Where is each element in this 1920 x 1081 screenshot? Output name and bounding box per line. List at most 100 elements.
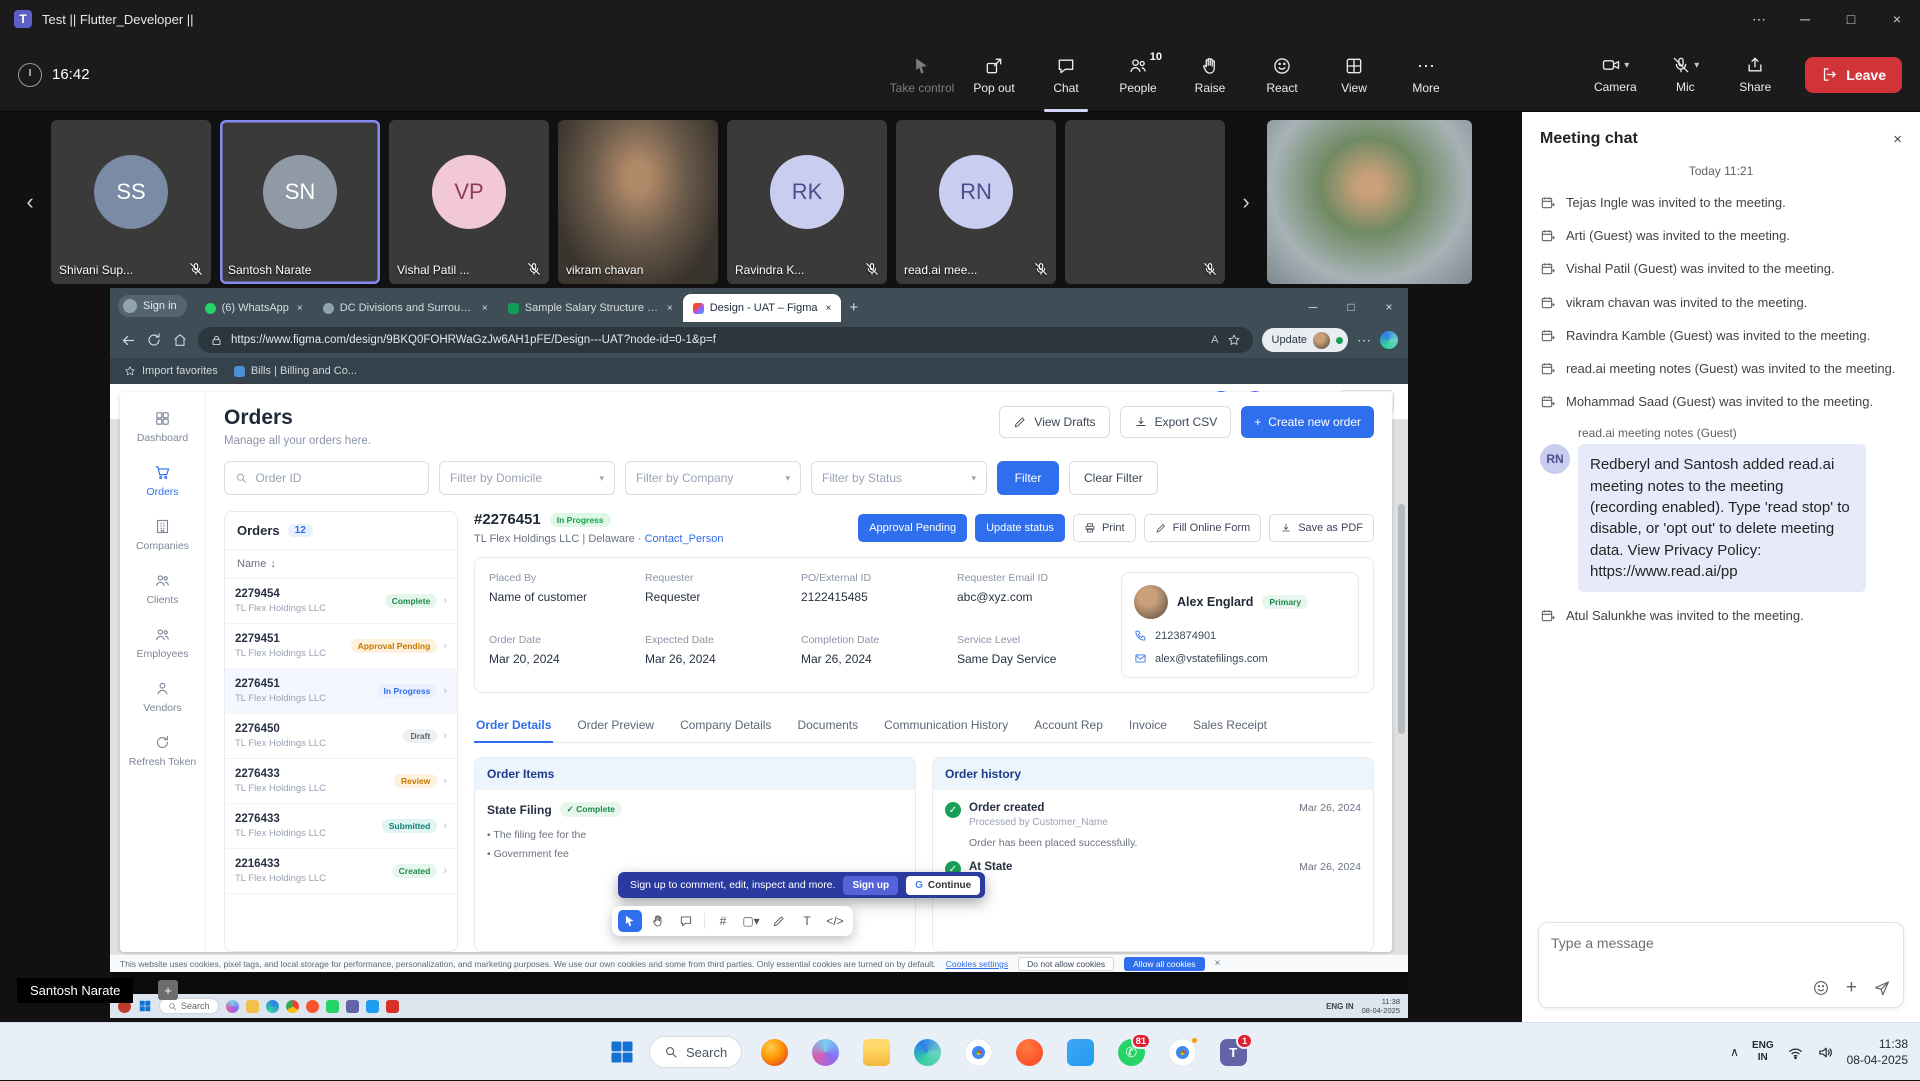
- print-button[interactable]: Print: [1073, 514, 1136, 542]
- tray-chevron-icon[interactable]: ∧: [1730, 1045, 1739, 1059]
- contact-person-link[interactable]: Contact_Person: [645, 533, 724, 545]
- tab-close-icon[interactable]: ×: [297, 303, 303, 314]
- attach-plus-icon[interactable]: +: [1846, 978, 1857, 997]
- text-tool-icon[interactable]: T: [795, 910, 819, 932]
- google-continue-button[interactable]: GContinue: [906, 876, 980, 895]
- home-icon[interactable]: [172, 332, 189, 349]
- browser-tab-dc[interactable]: DC Divisions and Surroundings×: [313, 294, 498, 322]
- browser-minimize-button[interactable]: ─: [1294, 292, 1332, 322]
- language-indicator[interactable]: ENG IN: [1752, 1040, 1774, 1065]
- order-row[interactable]: 2279451TL Flex Holdings LLC Approval Pen…: [225, 624, 457, 669]
- browser-maximize-button[interactable]: □: [1332, 292, 1370, 322]
- privacy-policy-link[interactable]: https://www.read.ai/pp: [1590, 563, 1738, 580]
- sort-icon[interactable]: ↓: [270, 558, 276, 570]
- participant-tile[interactable]: VP Vishal Patil ...: [389, 120, 549, 284]
- reload-icon[interactable]: [146, 332, 163, 349]
- create-new-order-button[interactable]: +Create new order: [1241, 406, 1374, 438]
- order-row[interactable]: 2276433TL Flex Holdings LLC Review ›: [225, 759, 457, 804]
- order-row[interactable]: 2279454TL Flex Holdings LLC Complete ›: [225, 579, 457, 624]
- tab-documents[interactable]: Documents: [795, 709, 860, 742]
- camera-chevron-icon[interactable]: ▾: [1624, 60, 1629, 71]
- tab-order-details[interactable]: Order Details: [474, 709, 553, 743]
- contact-phone[interactable]: 2123874901: [1134, 629, 1346, 642]
- tab-order-preview[interactable]: Order Preview: [575, 709, 656, 742]
- sidebar-item-companies[interactable]: Companies: [120, 508, 205, 562]
- chat-close-icon[interactable]: ×: [1893, 131, 1902, 148]
- tab-account-rep[interactable]: Account Rep: [1032, 709, 1105, 742]
- browser-update-button[interactable]: Update: [1262, 328, 1348, 352]
- tab-invoice[interactable]: Invoice: [1127, 709, 1169, 742]
- export-csv-button[interactable]: Export CSV: [1120, 406, 1232, 438]
- copilot-icon[interactable]: [806, 1032, 844, 1072]
- leave-button[interactable]: Leave: [1805, 57, 1902, 93]
- emoji-icon[interactable]: [1812, 979, 1830, 997]
- filter-company-select[interactable]: Filter by Company▾: [625, 461, 801, 495]
- cookies-settings-link[interactable]: Cookies settings: [946, 959, 1008, 969]
- participant-tile[interactable]: SS Shivani Sup...: [51, 120, 211, 284]
- new-tab-icon[interactable]: +: [849, 299, 858, 316]
- brave-icon[interactable]: [1010, 1032, 1048, 1072]
- close-button[interactable]: ×: [1874, 0, 1920, 38]
- people-button[interactable]: 10 People: [1104, 38, 1172, 112]
- order-row-selected[interactable]: 2276451TL Flex Holdings LLC In Progress …: [225, 669, 457, 714]
- participant-tile[interactable]: RN read.ai mee...: [896, 120, 1056, 284]
- save-as-pdf-button[interactable]: Save as PDF: [1269, 514, 1374, 542]
- chat-button[interactable]: Chat: [1032, 38, 1100, 112]
- whatsapp-icon[interactable]: [326, 1000, 339, 1013]
- sidebar-item-clients[interactable]: Clients: [120, 562, 205, 616]
- tab-communication-history[interactable]: Communication History: [882, 709, 1010, 742]
- brave-icon[interactable]: [306, 1000, 319, 1013]
- share-button[interactable]: Share: [1721, 38, 1789, 112]
- clear-filter-button[interactable]: Clear Filter: [1069, 461, 1158, 495]
- firefox-icon[interactable]: [755, 1032, 793, 1072]
- cookie-close-icon[interactable]: ×: [1215, 958, 1221, 969]
- mic-chevron-icon[interactable]: ▾: [1694, 60, 1699, 71]
- browser-tab-sheet[interactable]: Sample Salary Structure with cal...×: [498, 294, 683, 322]
- language-indicator[interactable]: ENG IN: [1326, 1002, 1354, 1011]
- participant-tile-video[interactable]: [1267, 120, 1472, 284]
- start-button[interactable]: [608, 1038, 636, 1066]
- presenter-pin-button[interactable]: +: [158, 980, 178, 1000]
- strip-next-icon[interactable]: ›: [1234, 180, 1258, 224]
- wifi-icon[interactable]: [1787, 1044, 1804, 1061]
- pop-out-button[interactable]: Pop out: [960, 38, 1028, 112]
- sidebar-item-employees[interactable]: Employees: [120, 616, 205, 670]
- send-icon[interactable]: [1873, 979, 1891, 997]
- edge-icon[interactable]: [266, 1000, 279, 1013]
- browser-close-button[interactable]: ×: [1370, 292, 1408, 322]
- frame-tool-icon[interactable]: #: [711, 910, 735, 932]
- whatsapp-icon[interactable]: ✆ 81: [1112, 1032, 1150, 1072]
- filter-domicile-select[interactable]: Filter by Domicile▾: [439, 461, 615, 495]
- address-bar[interactable]: https://www.figma.com/design/9BKQ0FOHRWa…: [198, 327, 1253, 353]
- update-status-button[interactable]: Update status: [975, 514, 1065, 542]
- read-aloud-icon[interactable]: A: [1211, 334, 1218, 346]
- volume-icon[interactable]: [1817, 1044, 1834, 1061]
- participant-tile[interactable]: RK Ravindra K...: [727, 120, 887, 284]
- clock[interactable]: 11:38 08-04-2025: [1362, 997, 1400, 1016]
- view-button[interactable]: View: [1320, 38, 1388, 112]
- approval-pending-button[interactable]: Approval Pending: [858, 514, 967, 542]
- tab-close-icon[interactable]: ×: [482, 303, 488, 314]
- order-id-input[interactable]: [255, 471, 418, 485]
- chrome-profile-icon[interactable]: [1163, 1032, 1201, 1072]
- hand-tool-icon[interactable]: [646, 910, 670, 932]
- canvas-scrollbar[interactable]: [1398, 504, 1405, 734]
- tab-sales-receipt[interactable]: Sales Receipt: [1191, 709, 1269, 742]
- browser-tab-figma-active[interactable]: Design - UAT – Figma×: [683, 294, 842, 322]
- deny-cookies-button[interactable]: Do not allow cookies: [1018, 957, 1114, 971]
- import-favorites-item[interactable]: Import favorites: [124, 365, 218, 377]
- name-column-header[interactable]: Name↓: [225, 550, 457, 579]
- sidebar-item-dashboard[interactable]: Dashboard: [120, 400, 205, 454]
- sidebar-item-orders[interactable]: Orders: [120, 454, 205, 508]
- order-row[interactable]: 2276450TL Flex Holdings LLC Draft ›: [225, 714, 457, 759]
- chrome-icon[interactable]: [959, 1032, 997, 1072]
- more-button[interactable]: ⋯ More: [1392, 38, 1460, 112]
- vscode-icon[interactable]: [366, 1000, 379, 1013]
- order-row[interactable]: 2216433TL Flex Holdings LLC Created ›: [225, 849, 457, 894]
- file-explorer-icon[interactable]: [246, 1000, 259, 1013]
- teams-icon[interactable]: [346, 1000, 359, 1013]
- maximize-button[interactable]: □: [1828, 0, 1874, 38]
- order-id-search[interactable]: [224, 461, 429, 495]
- tab-company-details[interactable]: Company Details: [678, 709, 773, 742]
- figma-signup-button[interactable]: Sign up: [843, 876, 898, 895]
